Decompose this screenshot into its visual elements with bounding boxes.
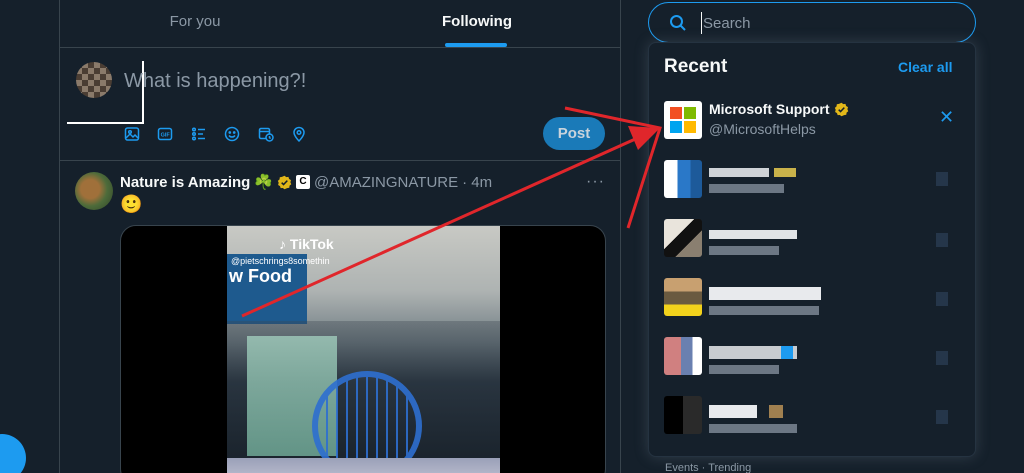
recent-searches-title: Recent <box>664 56 728 77</box>
gif-icon[interactable]: GIF <box>156 125 174 143</box>
tiktok-logo: ♪ TikTok <box>279 236 334 252</box>
recent-item-name-text: Microsoft Support <box>709 101 830 117</box>
compose-box: What is happening?! GIF Post <box>60 48 620 161</box>
compose-fab[interactable] <box>0 434 26 473</box>
tweet-text: 🙂 <box>120 194 143 214</box>
redacted-close <box>936 292 948 306</box>
redacted-close <box>936 351 948 365</box>
recent-item-name: Microsoft Support <box>709 101 849 117</box>
tweet-header: Nature is Amazing ☘️ C @AMAZINGNATURE · … <box>120 173 492 192</box>
recent-item-redacted[interactable] <box>649 152 975 210</box>
redacted-avatar <box>664 160 702 198</box>
tiktok-handle: @pietschrings8somethin <box>231 256 330 266</box>
tweet-author-handle[interactable]: @AMAZINGNATURE <box>314 174 458 191</box>
close-icon[interactable]: ✕ <box>939 107 954 128</box>
redacted-name <box>709 168 769 177</box>
timeline-column: For you Following What is happening?! GI… <box>59 0 621 473</box>
location-icon[interactable] <box>290 125 308 143</box>
shamrock-icon: ☘️ <box>254 174 273 191</box>
redacted-name <box>769 405 783 418</box>
tweet-author-name[interactable]: Nature is Amazing <box>120 174 250 191</box>
redacted-handle <box>709 306 819 315</box>
redacted-avatar <box>664 337 702 375</box>
clear-all-button[interactable]: Clear all <box>898 59 952 75</box>
redacted-close <box>936 233 948 247</box>
tab-for-you[interactable]: For you <box>60 0 330 48</box>
video-sign-text: w Food <box>229 266 292 286</box>
recent-item-handle: @MicrosoftHelps <box>709 121 816 137</box>
tweet-card[interactable]: Nature is Amazing ☘️ C @AMAZINGNATURE · … <box>60 161 620 473</box>
redacted-name <box>709 287 821 300</box>
redacted-name <box>709 405 757 418</box>
search-input[interactable] <box>701 12 951 34</box>
emoji-icon[interactable] <box>223 125 241 143</box>
recent-item[interactable]: Microsoft Support @MicrosoftHelps ✕ <box>649 93 975 151</box>
search-icon <box>670 15 686 31</box>
recent-item-redacted[interactable] <box>649 211 975 269</box>
more-options-icon[interactable]: ··· <box>586 173 605 191</box>
tweet-avatar[interactable] <box>75 172 113 210</box>
search-box[interactable] <box>648 2 976 43</box>
microsoft-logo-icon <box>664 101 702 139</box>
redacted-close <box>936 172 948 186</box>
verified-badge-icon <box>834 102 848 116</box>
redacted-avatar <box>664 396 702 434</box>
tweet-media[interactable]: w Food ♪ TikTok @pietschrings8somethin <box>120 225 606 473</box>
redacted-avatar <box>664 219 702 257</box>
tab-following[interactable]: Following <box>342 0 612 48</box>
image-icon[interactable] <box>123 125 141 143</box>
redacted-avatar <box>664 278 702 316</box>
poll-icon[interactable] <box>190 125 208 143</box>
redacted-name <box>781 346 793 359</box>
tab-active-indicator <box>445 43 507 47</box>
redacted-handle <box>709 246 779 255</box>
video-player[interactable]: w Food ♪ TikTok @pietschrings8somethin <box>227 226 500 473</box>
verified-badge-icon <box>277 175 292 189</box>
tiktok-label: TikTok <box>289 236 334 252</box>
timeline-tabs: For you Following <box>60 0 620 48</box>
recent-item-redacted[interactable] <box>649 388 975 446</box>
redacted-handle <box>709 184 784 193</box>
trending-label: Events · Trending <box>665 462 752 473</box>
redacted-name <box>709 230 797 239</box>
video-bedding <box>227 458 500 473</box>
recent-item-redacted[interactable] <box>649 270 975 328</box>
tweet-timestamp[interactable]: · 4m <box>462 174 492 191</box>
schedule-icon[interactable] <box>257 125 275 143</box>
redacted-handle <box>709 365 779 374</box>
affiliate-badge-icon: C <box>296 175 310 189</box>
redacted-handle <box>709 424 797 433</box>
svg-text:GIF: GIF <box>161 133 171 139</box>
post-button[interactable]: Post <box>543 117 605 150</box>
search-dropdown: Recent Clear all Microsoft Support @Micr… <box>648 42 976 457</box>
redacted-close <box>936 410 948 424</box>
redacted-name <box>774 168 796 177</box>
recent-item-redacted[interactable] <box>649 329 975 387</box>
compose-input[interactable]: What is happening?! <box>124 70 306 93</box>
